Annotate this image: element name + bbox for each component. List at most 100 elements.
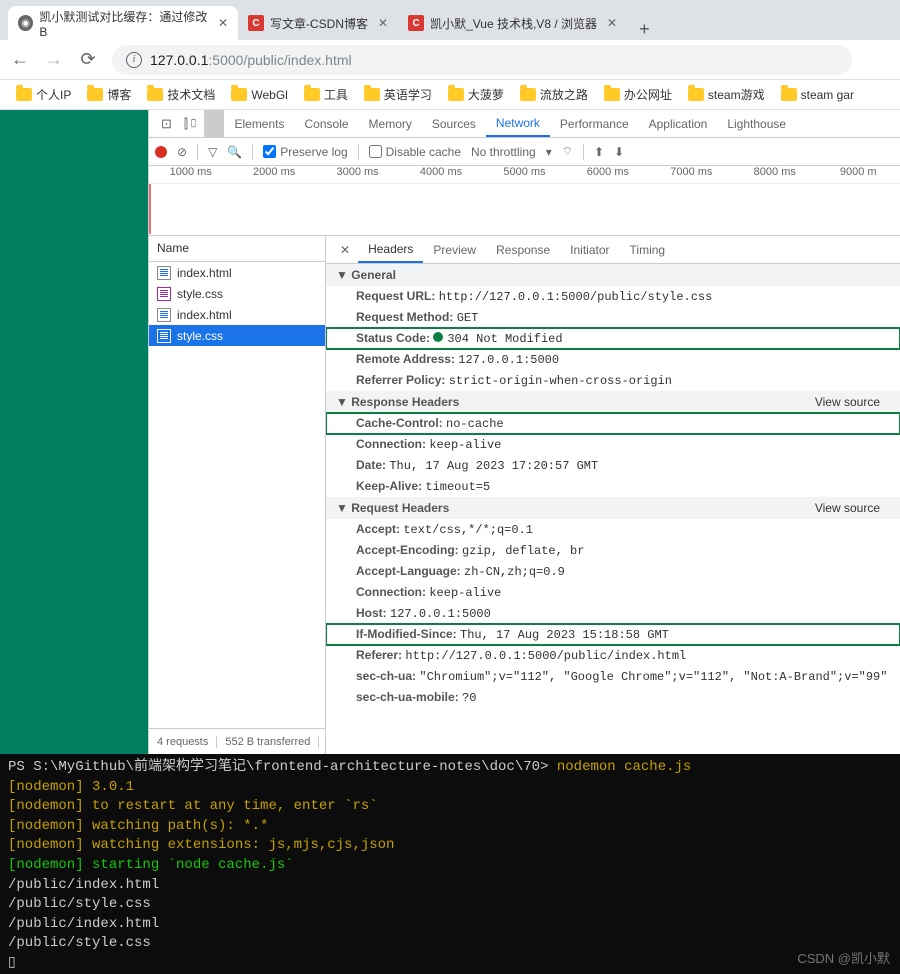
- tab-network[interactable]: Network: [486, 110, 550, 137]
- file-icon: [157, 266, 171, 280]
- csdn-icon: C: [248, 15, 264, 31]
- bookmark-item[interactable]: WebGl: [225, 86, 293, 104]
- back-button[interactable]: ←: [10, 49, 30, 70]
- header-value: text/css,*/*;q=0.1: [403, 523, 533, 537]
- bookmark-item[interactable]: steam游戏: [682, 84, 771, 105]
- header-key: Date:: [356, 458, 386, 472]
- header-value: http://127.0.0.1:5000/public/index.html: [405, 649, 686, 663]
- chevron-down-icon[interactable]: ▾: [546, 145, 552, 159]
- bookmark-item[interactable]: 英语学习: [358, 84, 438, 105]
- header-row: Host: 127.0.0.1:5000: [326, 603, 900, 624]
- wifi-icon[interactable]: ⌔: [562, 144, 573, 159]
- bookmark-item[interactable]: 工具: [298, 84, 354, 105]
- new-tab-button[interactable]: +: [627, 19, 662, 40]
- tab-preview[interactable]: Preview: [423, 236, 486, 263]
- upload-icon[interactable]: ⬆: [594, 145, 604, 159]
- tab-timing[interactable]: Timing: [620, 236, 676, 263]
- filter-icon[interactable]: ▽: [208, 145, 217, 159]
- folder-icon: [16, 88, 32, 101]
- tab-lighthouse[interactable]: Lighthouse: [717, 110, 796, 137]
- header-row: Keep-Alive: timeout=5: [326, 476, 900, 497]
- close-icon[interactable]: ✕: [218, 16, 228, 30]
- tab-initiator[interactable]: Initiator: [560, 236, 619, 263]
- file-icon: [157, 329, 171, 343]
- browser-tab[interactable]: C 凯小默_Vue 技术栈,V8 / 浏览器 ✕: [398, 6, 627, 40]
- close-icon[interactable]: ✕: [607, 16, 617, 30]
- url-text: 127.0.0.1:5000/public/index.html: [150, 52, 352, 68]
- tab-sources[interactable]: Sources: [422, 110, 486, 137]
- header-key: sec-ch-ua-mobile:: [356, 690, 459, 704]
- bookmark-item[interactable]: 博客: [81, 84, 137, 105]
- address-bar[interactable]: i 127.0.0.1:5000/public/index.html: [112, 45, 852, 75]
- bookmark-item[interactable]: steam gar: [775, 86, 860, 104]
- preserve-log-checkbox[interactable]: Preserve log: [263, 145, 347, 159]
- bookmark-item[interactable]: 办公网址: [598, 84, 678, 105]
- header-key: Remote Address:: [356, 352, 455, 366]
- tab-performance[interactable]: Performance: [550, 110, 639, 137]
- folder-icon: [448, 88, 464, 101]
- network-timeline[interactable]: 1000 ms2000 ms3000 ms4000 ms5000 ms6000 …: [149, 166, 900, 236]
- folder-icon: [688, 88, 704, 101]
- header-key: Request URL:: [356, 289, 435, 303]
- throttling-select[interactable]: No throttling: [471, 145, 536, 159]
- device-toggle-icon[interactable]: ⫿▯: [178, 110, 205, 137]
- file-icon: [157, 287, 171, 301]
- section-header[interactable]: ▼ Request HeadersView source: [326, 497, 900, 519]
- bookmark-label: steam gar: [801, 88, 854, 102]
- tab-response[interactable]: Response: [486, 236, 560, 263]
- view-source-link[interactable]: View source: [815, 501, 880, 515]
- download-icon[interactable]: ⬇: [614, 145, 624, 159]
- browser-tabstrip: ◉ 凯小默测试对比缓存：通过修改B ✕ C 写文章-CSDN博客 ✕ C 凯小默…: [0, 0, 900, 40]
- folder-icon: [231, 88, 247, 101]
- header-value: keep-alive: [429, 586, 501, 600]
- disable-cache-checkbox[interactable]: Disable cache: [369, 145, 461, 159]
- folder-icon: [781, 88, 797, 101]
- close-icon[interactable]: ✕: [378, 16, 388, 30]
- header-key: If-Modified-Since:: [356, 627, 457, 641]
- tab-headers[interactable]: Headers: [358, 236, 423, 263]
- section-header[interactable]: ▼ Response HeadersView source: [326, 391, 900, 413]
- search-icon[interactable]: 🔍: [227, 145, 242, 159]
- site-info-icon[interactable]: i: [126, 52, 142, 68]
- request-row[interactable]: style.css: [149, 325, 325, 346]
- tab-console[interactable]: Console: [295, 110, 359, 137]
- network-lower: Name index.htmlstyle.cssindex.htmlstyle.…: [149, 236, 900, 754]
- section-header[interactable]: ▼ General: [326, 264, 900, 286]
- terminal[interactable]: PS S:\MyGithub\前端架构学习笔记\frontend-archite…: [0, 754, 900, 974]
- header-value: "Chromium";v="112", "Google Chrome";v="1…: [419, 670, 887, 684]
- clear-button[interactable]: ⊘: [177, 145, 187, 159]
- browser-tab[interactable]: ◉ 凯小默测试对比缓存：通过修改B ✕: [8, 6, 238, 40]
- forward-button[interactable]: →: [44, 49, 64, 70]
- header-row: Referer: http://127.0.0.1:5000/public/in…: [326, 645, 900, 666]
- header-row: sec-ch-ua-mobile: ?0: [326, 687, 900, 708]
- bookmark-label: 英语学习: [384, 86, 432, 103]
- record-button[interactable]: [155, 146, 167, 158]
- header-row: Connection: keep-alive: [326, 434, 900, 455]
- bookmark-label: steam游戏: [708, 86, 765, 103]
- header-value: 304 Not Modified: [447, 332, 562, 346]
- bookmark-item[interactable]: 技术文档: [141, 84, 221, 105]
- network-toolbar: ⊘ ▽ 🔍 Preserve log Disable cache No thro…: [149, 138, 900, 166]
- name-column-header[interactable]: Name: [149, 236, 325, 262]
- header-row: Accept-Language: zh-CN,zh;q=0.9: [326, 561, 900, 582]
- header-key: Referrer Policy:: [356, 373, 445, 387]
- bookmark-item[interactable]: 个人IP: [10, 84, 77, 105]
- request-row[interactable]: index.html: [149, 262, 325, 283]
- tab-elements[interactable]: Elements: [224, 110, 294, 137]
- request-row[interactable]: style.css: [149, 283, 325, 304]
- tab-application[interactable]: Application: [639, 110, 718, 137]
- view-source-link[interactable]: View source: [815, 395, 880, 409]
- header-value: Thu, 17 Aug 2023 17:20:57 GMT: [389, 459, 598, 473]
- tab-memory[interactable]: Memory: [359, 110, 422, 137]
- browser-tab[interactable]: C 写文章-CSDN博客 ✕: [238, 6, 398, 40]
- bookmark-item[interactable]: 大菠萝: [442, 84, 510, 105]
- request-detail: ✕ Headers Preview Response Initiator Tim…: [326, 236, 900, 754]
- file-icon: [157, 308, 171, 322]
- bookmark-item[interactable]: 流放之路: [514, 84, 594, 105]
- reload-button[interactable]: ⟳: [78, 49, 98, 70]
- bookmark-label: 博客: [107, 86, 131, 103]
- request-row[interactable]: index.html: [149, 304, 325, 325]
- close-icon[interactable]: ✕: [332, 236, 358, 263]
- header-value: strict-origin-when-cross-origin: [449, 374, 672, 388]
- inspect-icon[interactable]: ⊡: [155, 110, 178, 137]
